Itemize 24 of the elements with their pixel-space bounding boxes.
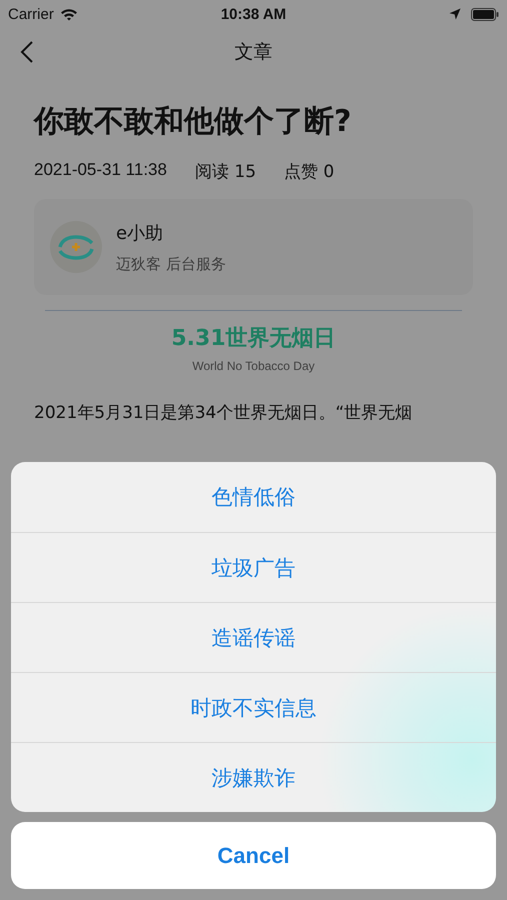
banner-subtitle: World No Tobacco Day: [192, 359, 315, 373]
wifi-icon: [60, 8, 78, 20]
back-icon[interactable]: [20, 40, 34, 64]
report-option[interactable]: 色情低俗: [11, 462, 496, 532]
banner-title: 5.31世界无烟日: [171, 325, 336, 353]
author-organization: 迈狄客 后台服务: [116, 254, 226, 274]
report-option[interactable]: 造谣传谣: [11, 602, 496, 672]
article-paragraph: 2021年5月31日是第34个世界无烟日。“世界无烟: [34, 402, 414, 425]
author-card[interactable]: e小助 迈狄客 后台服务: [34, 199, 473, 295]
status-time: 10:38 AM: [220, 6, 286, 22]
author-name: e小助: [116, 222, 164, 244]
report-option[interactable]: 时政不实信息: [11, 672, 496, 742]
publish-date: 2021-05-31 11:38: [34, 160, 167, 181]
carrier-name: Carrier: [8, 6, 54, 22]
read-count: 阅读 15: [194, 161, 256, 183]
article-title: 你敢不敢和他做个了断?: [34, 103, 352, 141]
avatar-icon: [50, 221, 102, 273]
report-option[interactable]: 涉嫌欺诈: [11, 742, 496, 812]
report-option[interactable]: 垃圾广告: [11, 532, 496, 602]
cancel-button[interactable]: Cancel: [11, 822, 496, 889]
location-arrow-icon: [449, 8, 461, 20]
like-count: 点赞 0: [284, 161, 334, 183]
page-title: 文章: [234, 40, 272, 65]
battery-icon: [471, 8, 499, 20]
